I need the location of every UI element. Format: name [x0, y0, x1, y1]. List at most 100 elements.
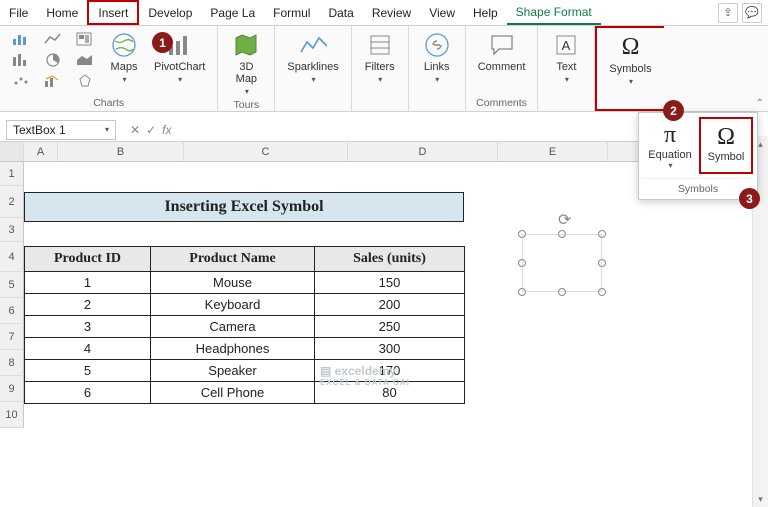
text-button[interactable]: A Text ▾ — [546, 29, 586, 86]
col-e[interactable]: E — [498, 142, 608, 162]
row-5[interactable]: 5 — [0, 272, 24, 298]
comment-icon — [488, 31, 516, 59]
chevron-down-icon: ▾ — [629, 77, 633, 86]
row-6[interactable]: 6 — [0, 298, 24, 324]
tab-file[interactable]: File — [0, 0, 37, 25]
textbox-shape[interactable]: ⟳ — [522, 234, 602, 292]
radar-chart-icon[interactable] — [72, 71, 98, 91]
link-icon — [423, 31, 451, 59]
sparkline-icon — [299, 31, 327, 59]
tab-data[interactable]: Data — [319, 0, 362, 25]
row-4[interactable]: 4 — [0, 242, 24, 272]
row-7[interactable]: 7 — [0, 324, 24, 350]
row-9[interactable]: 9 — [0, 376, 24, 402]
chevron-down-icon: ▾ — [565, 75, 569, 84]
map-icon — [232, 31, 260, 59]
table-row[interactable]: 3Camera250 — [25, 316, 465, 338]
callout-2: 2 — [663, 100, 684, 121]
omega-icon: Ω — [617, 33, 645, 61]
collapse-ribbon-icon[interactable]: ⌃ — [756, 98, 764, 109]
tab-insert[interactable]: Insert — [87, 0, 139, 25]
pie-chart-icon[interactable] — [40, 50, 66, 70]
callout-1: 1 — [152, 32, 173, 53]
chevron-down-icon: ▾ — [435, 75, 439, 84]
sparklines-button[interactable]: Sparklines ▾ — [283, 29, 342, 86]
tab-developer[interactable]: Develop — [139, 0, 201, 25]
maps-button[interactable]: Maps ▾ — [104, 29, 144, 86]
column-chart-icon[interactable] — [8, 50, 34, 70]
chevron-down-icon: ▾ — [245, 87, 249, 96]
tab-shapeformat[interactable]: Shape Format — [507, 0, 601, 25]
row-headers: 1 2 3 4 5 6 7 8 9 10 — [0, 162, 24, 428]
hierarchy-chart-icon[interactable] — [72, 29, 98, 49]
chevron-down-icon: ▾ — [378, 75, 382, 84]
callout-3: 3 — [739, 188, 760, 209]
col-c[interactable]: C — [184, 142, 348, 162]
area-chart-icon[interactable] — [72, 50, 98, 70]
ribbon-insert: Maps ▾ PivotChart ▾ Charts 3D Map ▾ Tour… — [0, 26, 768, 112]
rotate-handle-icon[interactable]: ⟳ — [558, 210, 571, 230]
filters-button[interactable]: Filters ▾ — [360, 29, 400, 86]
titlebar-icons: ⇪ 💬 — [712, 0, 768, 25]
col-d[interactable]: D — [348, 142, 498, 162]
textbox-icon: A — [552, 31, 580, 59]
combo-chart-icon[interactable] — [40, 71, 66, 91]
table-row[interactable]: 1Mouse150 — [25, 272, 465, 294]
title-cell[interactable]: Inserting Excel Symbol — [24, 192, 464, 222]
group-tours: 3D Map ▾ Tours — [218, 26, 275, 111]
scatter-chart-icon[interactable] — [8, 71, 34, 91]
slicer-icon — [366, 31, 394, 59]
col-b[interactable]: B — [58, 142, 184, 162]
symbol-button[interactable]: Ω Symbol — [699, 117, 753, 174]
globe-icon — [110, 31, 138, 59]
th-productname[interactable]: Product Name — [151, 247, 315, 272]
recommended-charts-icon[interactable] — [8, 29, 34, 49]
chevron-down-icon: ▾ — [668, 161, 672, 170]
row-3[interactable]: 3 — [0, 218, 24, 242]
share-icon[interactable]: ⇪ — [718, 3, 738, 23]
row-2[interactable]: 2 — [0, 186, 24, 218]
omega-icon: Ω — [717, 123, 735, 151]
svg-text:A: A — [562, 38, 571, 53]
row-1[interactable]: 1 — [0, 162, 24, 186]
tab-help[interactable]: Help — [464, 0, 507, 25]
3dmap-button[interactable]: 3D Map ▾ — [226, 29, 266, 98]
group-filters: Filters ▾ — [352, 26, 409, 111]
tab-formulas[interactable]: Formul — [264, 0, 319, 25]
group-links: Links ▾ — [409, 26, 466, 111]
group-text: A Text ▾ — [538, 26, 595, 111]
menu-tabs: File Home Insert Develop Page La Formul … — [0, 0, 768, 26]
enter-icon[interactable]: ✓ — [146, 123, 156, 137]
group-symbols: Ω Symbols ▾ — [595, 26, 663, 111]
group-comments: Comment Comments — [466, 26, 539, 111]
chevron-down-icon: ▾ — [312, 75, 316, 84]
scroll-down-icon[interactable]: ▾ — [753, 491, 768, 507]
row-8[interactable]: 8 — [0, 350, 24, 376]
equation-button[interactable]: π Equation ▾ — [643, 117, 697, 174]
table-row[interactable]: 4Headphones300 — [25, 338, 465, 360]
symbols-dropdown: π Equation ▾ Ω Symbol Symbols — [638, 112, 758, 200]
tab-pagelayout[interactable]: Page La — [201, 0, 264, 25]
group-sparklines: Sparklines ▾ — [275, 26, 351, 111]
table-row[interactable]: 2Keyboard200 — [25, 294, 465, 316]
watermark: ▤ exceldemyEXCEL & DATA GAI — [320, 364, 410, 387]
col-a[interactable]: A — [24, 142, 58, 162]
fx-icon[interactable]: fx — [162, 123, 171, 137]
tab-view[interactable]: View — [420, 0, 464, 25]
comment-button[interactable]: Comment — [474, 29, 530, 75]
chevron-down-icon: ▾ — [178, 75, 182, 84]
chevron-down-icon: ▾ — [122, 75, 126, 84]
links-button[interactable]: Links ▾ — [417, 29, 457, 86]
th-sales[interactable]: Sales (units) — [315, 247, 465, 272]
row-10[interactable]: 10 — [0, 402, 24, 428]
cancel-icon[interactable]: ✕ — [130, 123, 140, 137]
pi-icon: π — [664, 121, 676, 149]
tab-review[interactable]: Review — [363, 0, 420, 25]
symbols-button[interactable]: Ω Symbols ▾ — [605, 31, 655, 88]
group-charts: Maps ▾ PivotChart ▾ Charts — [0, 26, 218, 111]
tab-home[interactable]: Home — [37, 0, 87, 25]
th-productid[interactable]: Product ID — [25, 247, 151, 272]
name-box[interactable]: TextBox 1▾ — [6, 120, 116, 140]
line-chart-icon[interactable] — [40, 29, 66, 49]
comments-icon[interactable]: 💬 — [742, 3, 762, 23]
